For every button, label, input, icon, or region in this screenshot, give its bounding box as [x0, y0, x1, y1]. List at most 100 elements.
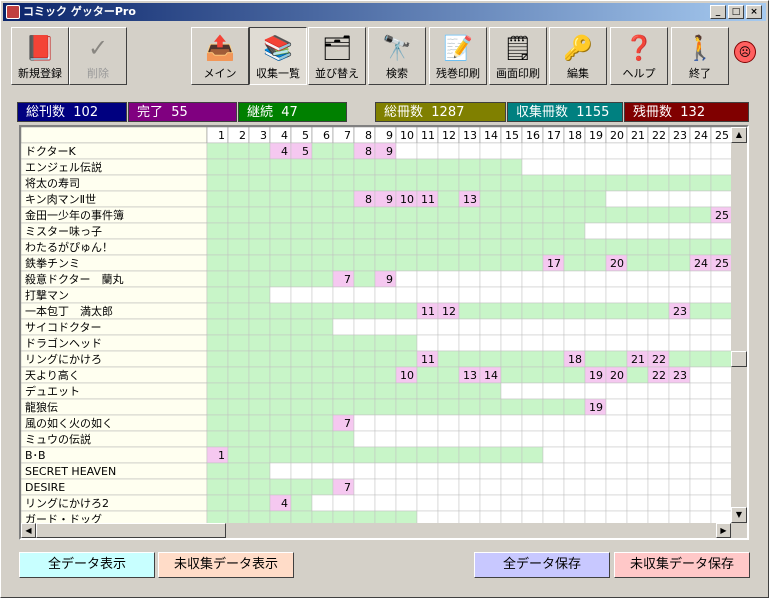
volume-cell[interactable] [668, 350, 691, 368]
volume-cell[interactable] [521, 238, 544, 256]
volume-cell[interactable] [689, 382, 712, 400]
volume-cell[interactable] [437, 270, 460, 288]
volume-cell[interactable] [605, 414, 628, 432]
volume-cell[interactable] [563, 270, 586, 288]
volume-cell[interactable] [227, 190, 250, 208]
volume-cell[interactable] [206, 462, 229, 480]
volume-cell[interactable] [626, 286, 649, 304]
volume-cell[interactable] [353, 158, 376, 176]
volume-cell[interactable] [248, 270, 271, 288]
volume-cell[interactable] [563, 366, 586, 384]
volume-cell[interactable] [647, 222, 670, 240]
volume-cell[interactable] [206, 270, 229, 288]
volume-cell[interactable] [353, 462, 376, 480]
volume-cell[interactable] [689, 158, 712, 176]
volume-cell[interactable] [605, 462, 628, 480]
scroll-right-button[interactable]: ▶ [716, 523, 731, 538]
volume-cell[interactable] [290, 334, 313, 352]
volume-cell[interactable] [311, 462, 334, 480]
volume-cell[interactable] [416, 142, 439, 160]
volume-cell[interactable] [668, 382, 691, 400]
volume-cell[interactable] [479, 158, 502, 176]
volume-cell[interactable] [332, 222, 355, 240]
volume-cell[interactable] [374, 206, 397, 224]
volume-cell[interactable] [605, 206, 628, 224]
scroll-up-button[interactable]: ▲ [731, 127, 747, 143]
volume-cell[interactable] [227, 430, 250, 448]
volume-cell[interactable] [353, 382, 376, 400]
volume-cell[interactable] [584, 222, 607, 240]
volume-cell[interactable] [311, 446, 334, 464]
volume-cell[interactable] [647, 382, 670, 400]
volume-cell[interactable] [500, 142, 523, 160]
volume-cell[interactable] [542, 206, 565, 224]
volume-cell[interactable] [311, 414, 334, 432]
volume-cell[interactable] [500, 478, 523, 496]
volume-cell[interactable] [647, 174, 670, 192]
volume-cell[interactable] [605, 158, 628, 176]
volume-cell[interactable] [647, 414, 670, 432]
volume-cell[interactable] [458, 494, 481, 512]
volume-cell[interactable] [542, 366, 565, 384]
volume-cell[interactable] [395, 414, 418, 432]
volume-cell[interactable] [563, 222, 586, 240]
volume-cell[interactable] [500, 174, 523, 192]
volume-cell[interactable] [269, 190, 292, 208]
volume-cell[interactable] [542, 350, 565, 368]
volume-cell[interactable] [563, 382, 586, 400]
volume-cell[interactable] [395, 462, 418, 480]
volume-cell[interactable] [374, 238, 397, 256]
edit-button[interactable]: 🔑 編集 [549, 27, 607, 85]
volume-cell[interactable] [248, 222, 271, 240]
volume-cell[interactable] [374, 286, 397, 304]
volume-cell[interactable] [605, 302, 628, 320]
volume-cell[interactable] [353, 222, 376, 240]
volume-cell[interactable] [227, 318, 250, 336]
volume-cell[interactable] [710, 446, 733, 464]
volume-cell[interactable] [206, 318, 229, 336]
volume-cell[interactable] [668, 478, 691, 496]
volume-cell[interactable] [626, 430, 649, 448]
volume-cell[interactable] [626, 158, 649, 176]
volume-cell[interactable] [353, 302, 376, 320]
volume-cell[interactable] [689, 206, 712, 224]
volume-cell[interactable] [626, 478, 649, 496]
volume-cell[interactable] [248, 254, 271, 272]
volume-cell[interactable] [416, 206, 439, 224]
volume-cell[interactable] [542, 190, 565, 208]
volume-cell[interactable] [710, 494, 733, 512]
volume-cell[interactable] [584, 414, 607, 432]
volume-cell[interactable] [269, 398, 292, 416]
volume-cell[interactable] [584, 430, 607, 448]
volume-cell[interactable] [584, 206, 607, 224]
volume-cell[interactable] [248, 158, 271, 176]
volume-cell[interactable] [437, 254, 460, 272]
volume-cell[interactable] [206, 286, 229, 304]
volume-cell[interactable] [353, 254, 376, 272]
volume-cell[interactable] [248, 478, 271, 496]
volume-cell[interactable] [521, 366, 544, 384]
volume-cell[interactable] [584, 446, 607, 464]
volume-cell[interactable] [500, 430, 523, 448]
volume-cell[interactable] [269, 270, 292, 288]
volume-cell[interactable] [227, 494, 250, 512]
volume-cell[interactable] [206, 222, 229, 240]
volume-cell[interactable] [206, 398, 229, 416]
volume-cell[interactable] [269, 478, 292, 496]
volume-cell[interactable] [458, 158, 481, 176]
volume-cell[interactable] [521, 350, 544, 368]
volume-cell[interactable] [311, 174, 334, 192]
volume-cell[interactable] [563, 254, 586, 272]
volume-cell[interactable] [626, 462, 649, 480]
volume-cell[interactable] [437, 206, 460, 224]
volume-cell[interactable] [710, 318, 733, 336]
volume-cell[interactable] [248, 318, 271, 336]
volume-cell[interactable] [290, 398, 313, 416]
exit-button[interactable]: 🚶 終了 [671, 27, 729, 85]
volume-cell[interactable] [542, 142, 565, 160]
volume-cell[interactable] [437, 414, 460, 432]
volume-cell[interactable] [479, 430, 502, 448]
volume-cell[interactable] [521, 478, 544, 496]
volume-cell[interactable] [689, 318, 712, 336]
volume-cell[interactable] [395, 222, 418, 240]
